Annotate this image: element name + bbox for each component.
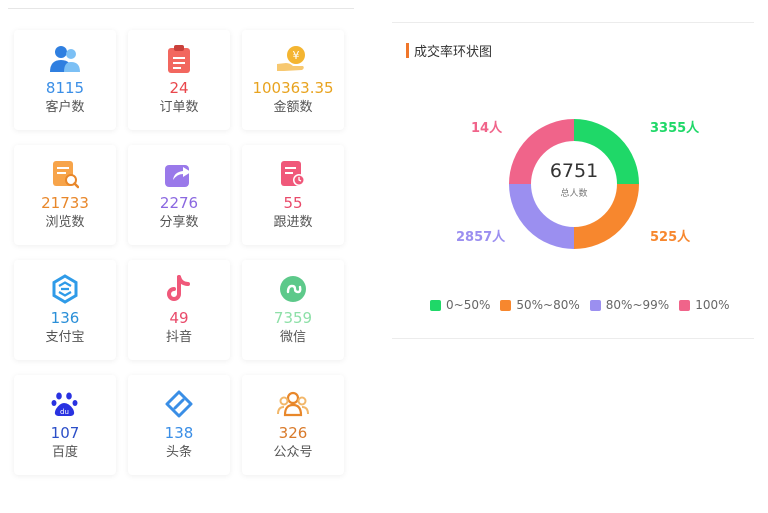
legend-swatch (589, 299, 601, 311)
stat-label: 公众号 (273, 445, 313, 460)
stat-card-alipay[interactable]: 136 支付宝 (14, 260, 116, 360)
legend-swatch (679, 299, 691, 311)
stat-label: 订单数 (159, 100, 199, 115)
stat-value: 21733 (41, 194, 89, 212)
stat-card-views[interactable]: 21733 浏览数 (14, 145, 116, 245)
stat-value: 7359 (273, 309, 313, 327)
top-divider (8, 8, 354, 9)
stat-value: 8115 (45, 79, 85, 97)
svg-text:du: du (60, 408, 69, 416)
stat-card-baidu[interactable]: du 107 百度 (14, 375, 116, 475)
order-clipboard-icon (162, 42, 196, 76)
stat-card-orders[interactable]: 24 订单数 (128, 30, 230, 130)
legend-item-80-99[interactable]: 80%~99% (589, 298, 670, 312)
stat-card-official-account[interactable]: 326 公众号 (242, 375, 344, 475)
legend-swatch (500, 299, 512, 311)
money-hand-icon: ¥ (276, 42, 310, 76)
segment-callout-100: 14人 (471, 121, 503, 136)
follow-up-icon (276, 157, 310, 191)
browse-document-icon (48, 157, 82, 191)
stat-label: 客户数 (45, 100, 85, 115)
stat-value: 55 (283, 194, 303, 212)
divider (392, 338, 754, 339)
stat-card-customers[interactable]: 8115 客户数 (14, 30, 116, 130)
stat-label: 金额数 (273, 100, 313, 115)
stat-card-amount[interactable]: ¥ 100363.35 金额数 (242, 30, 344, 130)
total-label: 总人数 (560, 189, 588, 199)
stat-value: 138 (164, 424, 194, 442)
legend-label: 100% (695, 298, 730, 312)
stats-panel: 8115 客户数 24 订单数 ¥ 100363.35 金额数 21733 浏览… (8, 8, 356, 494)
legend-label: 0~50% (446, 298, 491, 312)
stat-value: 107 (50, 424, 80, 442)
stat-value: 49 (169, 309, 189, 327)
stat-value: 136 (50, 309, 80, 327)
customers-icon (48, 42, 82, 76)
stat-card-wechat[interactable]: 7359 微信 (242, 260, 344, 360)
stat-label: 浏览数 (45, 215, 85, 230)
stat-value: 2276 (159, 194, 199, 212)
divider (392, 22, 754, 23)
legend-item-0-50[interactable]: 0~50% (430, 298, 490, 312)
toutiao-link-icon (162, 387, 196, 421)
legend: 0~50% 50%~80% 80%~99% 100% (430, 298, 740, 312)
stat-label: 支付宝 (45, 330, 85, 345)
segment-callout-80-99: 2857人 (456, 230, 506, 245)
stat-label: 跟进数 (273, 215, 313, 230)
legend-swatch (430, 299, 441, 311)
segment-callout-0-50: 3355人 (650, 121, 700, 136)
conversion-ring-panel: 成交率环状图 6751 总人数 3355人 525人 2857人 14人 0~5… (392, 0, 756, 350)
stat-value: 100363.35 (252, 79, 334, 97)
stat-card-douyin[interactable]: 49 抖音 (128, 260, 230, 360)
donut-chart[interactable] (506, 116, 642, 252)
legend-label: 80%~99% (605, 298, 670, 312)
title-accent-bar (406, 43, 409, 58)
share-icon (162, 157, 196, 191)
alipay-icon (48, 272, 82, 306)
chart-title: 成交率环状图 (414, 45, 493, 60)
douyin-icon (162, 272, 196, 306)
svg-text:¥: ¥ (293, 49, 300, 62)
stat-card-followups[interactable]: 55 跟进数 (242, 145, 344, 245)
stat-value: 24 (169, 79, 189, 97)
stat-value: 326 (278, 424, 308, 442)
legend-item-100[interactable]: 100% (679, 298, 730, 312)
stat-label: 百度 (51, 445, 78, 460)
total-value: 6751 (549, 160, 599, 182)
stat-label: 分享数 (159, 215, 199, 230)
baidu-icon: du (48, 387, 82, 421)
stat-label: 抖音 (165, 330, 192, 345)
segment-callout-50-80: 525人 (650, 230, 691, 245)
stat-label: 头条 (165, 445, 192, 460)
legend-label: 50%~80% (516, 298, 580, 312)
stat-label: 微信 (279, 330, 306, 345)
wechat-miniprogram-icon (276, 272, 310, 306)
stat-card-toutiao[interactable]: 138 头条 (128, 375, 230, 475)
legend-item-50-80[interactable]: 50%~80% (500, 298, 580, 312)
stat-card-shares[interactable]: 2276 分享数 (128, 145, 230, 245)
official-account-icon (276, 387, 310, 421)
